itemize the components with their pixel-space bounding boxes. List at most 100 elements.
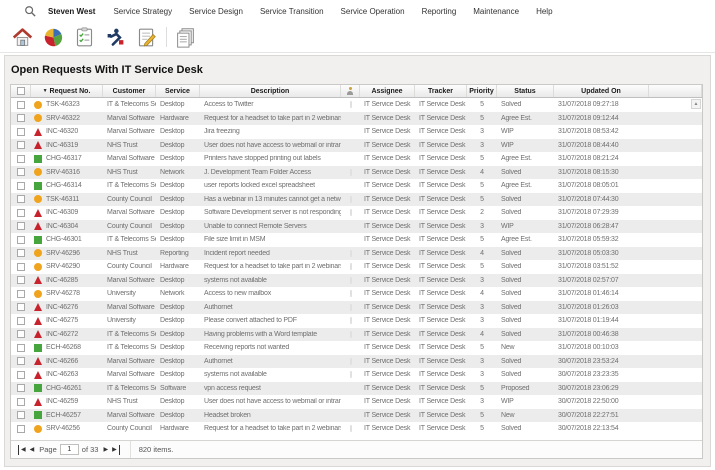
- home-icon[interactable]: [9, 25, 35, 49]
- table-row[interactable]: TSK-46311County CouncilDesktopHas a webi…: [11, 193, 702, 207]
- menu-item-reporting[interactable]: Reporting: [422, 7, 457, 16]
- table-row[interactable]: INC-46272IT & Telecoms ServicesDesktopHa…: [11, 328, 702, 342]
- column-header-updated_on[interactable]: Updated On: [554, 85, 649, 97]
- row-checkbox[interactable]: [17, 101, 25, 109]
- row-checkbox[interactable]: [17, 141, 25, 149]
- column-header-customer[interactable]: Customer: [103, 85, 156, 97]
- dashboard-chart-icon[interactable]: [40, 25, 66, 49]
- last-page-button[interactable]: ▶: [110, 445, 120, 455]
- row-checkbox[interactable]: [17, 384, 25, 392]
- request-type-square-icon: [34, 411, 42, 419]
- table-row[interactable]: TSK-46323IT & Telecoms ServicesDesktopAc…: [11, 98, 702, 112]
- indicator-cell: [341, 169, 360, 176]
- row-select-cell: [11, 330, 31, 338]
- table-row[interactable]: SRV-46322Marval Software Ltd.HardwareReq…: [11, 112, 702, 126]
- row-checkbox[interactable]: [17, 128, 25, 136]
- priority-cell: 3: [467, 317, 497, 324]
- table-row[interactable]: CHG-46317Marval Software Ltd.DesktopPrin…: [11, 152, 702, 166]
- menu-item-service-strategy[interactable]: Service Strategy: [113, 7, 172, 16]
- table-row[interactable]: INC-46319NHS TrustDesktopUser does not h…: [11, 139, 702, 153]
- table-row[interactable]: CHG-46261IT & Telecoms ServicesSoftwarev…: [11, 382, 702, 396]
- table-row[interactable]: ECH-46268IT & Telecoms ServicesDesktopRe…: [11, 341, 702, 355]
- table-row[interactable]: ECH-46257Marval Software Ltd.DesktopHead…: [11, 409, 702, 423]
- row-checkbox[interactable]: [17, 317, 25, 325]
- table-row[interactable]: INC-46276Marval Software Ltd.DesktopAuth…: [11, 301, 702, 315]
- column-header-description[interactable]: Description: [200, 85, 341, 97]
- assignee-cell: IT Service Desk: [360, 317, 415, 324]
- row-checkbox[interactable]: [17, 276, 25, 284]
- page-number-input[interactable]: [60, 444, 79, 455]
- row-checkbox[interactable]: [17, 168, 25, 176]
- row-checkbox[interactable]: [17, 195, 25, 203]
- page-title: Open Requests With IT Service Desk: [11, 64, 203, 76]
- table-row[interactable]: SRV-46278UniversityNetworkAccess to new …: [11, 287, 702, 301]
- checklist-icon[interactable]: [71, 25, 97, 49]
- table-row[interactable]: INC-46309Marval Software Ltd.DesktopSoft…: [11, 206, 702, 220]
- column-header-priority[interactable]: Priority: [467, 85, 497, 97]
- menu-item-service-design[interactable]: Service Design: [189, 7, 243, 16]
- row-checkbox[interactable]: [17, 344, 25, 352]
- row-checkbox[interactable]: [17, 222, 25, 230]
- request-no: SRV-46256: [46, 425, 80, 432]
- row-checkbox[interactable]: [17, 303, 25, 311]
- row-checkbox[interactable]: [17, 263, 25, 271]
- table-row[interactable]: INC-46266Marval Software Ltd.DesktopAuth…: [11, 355, 702, 369]
- request-no: SRV-46296: [46, 250, 80, 257]
- row-checkbox[interactable]: [17, 357, 25, 365]
- next-page-button[interactable]: ▶: [101, 445, 110, 455]
- table-row[interactable]: SRV-46296NHS TrustReportingIncident repo…: [11, 247, 702, 261]
- row-checkbox[interactable]: [17, 236, 25, 244]
- table-row[interactable]: INC-46263Marval Software Ltd.Desktopsyst…: [11, 368, 702, 382]
- column-header-assignee[interactable]: Assignee: [360, 85, 415, 97]
- table-row[interactable]: CHG-46314IT & Telecoms ServicesDesktopus…: [11, 179, 702, 193]
- column-header-status[interactable]: Status: [497, 85, 554, 97]
- priority-cell: 3: [467, 371, 497, 378]
- workflow-person-icon[interactable]: [102, 25, 128, 49]
- table-row[interactable]: INC-46275UniversityDesktopPlease convert…: [11, 314, 702, 328]
- row-checkbox[interactable]: [17, 398, 25, 406]
- table-row[interactable]: INC-46320Marval Software Ltd.DesktopJira…: [11, 125, 702, 139]
- first-page-button[interactable]: ◀: [18, 445, 28, 455]
- previous-page-button[interactable]: ◀: [28, 445, 37, 455]
- updated-on-cell: 31/07/2018 06:28:47: [554, 223, 649, 230]
- customer-cell: IT & Telecoms Services: [103, 331, 156, 338]
- row-checkbox[interactable]: [17, 371, 25, 379]
- table-row[interactable]: SRV-46290County CouncilHardwareRequest f…: [11, 260, 702, 274]
- scroll-up-arrow-icon[interactable]: ▲: [691, 99, 701, 109]
- edit-request-icon[interactable]: [133, 25, 159, 49]
- request-type-triangle-icon: [34, 141, 42, 149]
- row-checkbox[interactable]: [17, 411, 25, 419]
- assignee-cell: IT Service Desk: [360, 209, 415, 216]
- menu-item-maintenance[interactable]: Maintenance: [473, 7, 519, 16]
- select-all-checkbox[interactable]: [17, 87, 25, 95]
- table-row[interactable]: SRV-46256County CouncilHardwareRequest f…: [11, 422, 702, 436]
- column-header-service[interactable]: Service: [156, 85, 200, 97]
- row-checkbox[interactable]: [17, 290, 25, 298]
- column-header-request_no[interactable]: ▼Request No.: [31, 85, 103, 97]
- column-header-filler[interactable]: [649, 85, 702, 97]
- indicator-cell: [341, 209, 360, 216]
- description-cell: Authornet: [200, 304, 341, 311]
- row-checkbox[interactable]: [17, 330, 25, 338]
- table-row[interactable]: INC-46304County CouncilDesktopUnable to …: [11, 220, 702, 234]
- menu-item-service-operation[interactable]: Service Operation: [341, 7, 405, 16]
- table-row[interactable]: INC-46285Marval Software Ltd.Desktopsyst…: [11, 274, 702, 288]
- row-checkbox[interactable]: [17, 209, 25, 217]
- row-checkbox[interactable]: [17, 425, 25, 433]
- table-row[interactable]: INC-46259NHS TrustDesktopUser does not h…: [11, 395, 702, 409]
- user-menu[interactable]: Steven West: [48, 7, 95, 16]
- status-cell: Agree Est.: [497, 115, 554, 122]
- reports-copy-icon[interactable]: [172, 25, 198, 49]
- row-checkbox[interactable]: [17, 182, 25, 190]
- request-no-cell: CHG-46317: [31, 155, 103, 163]
- menu-item-service-transition[interactable]: Service Transition: [260, 7, 324, 16]
- row-checkbox[interactable]: [17, 114, 25, 122]
- menu-item-help[interactable]: Help: [536, 7, 552, 16]
- column-header-tracker[interactable]: Tracker: [415, 85, 467, 97]
- table-row[interactable]: CHG-46301IT & Telecoms ServicesDesktopFi…: [11, 233, 702, 247]
- request-no-cell: INC-46304: [31, 222, 103, 230]
- table-row[interactable]: SRV-46316NHS TrustNetworkJ. Development …: [11, 166, 702, 180]
- search-icon[interactable]: [24, 5, 36, 17]
- row-checkbox[interactable]: [17, 249, 25, 257]
- row-checkbox[interactable]: [17, 155, 25, 163]
